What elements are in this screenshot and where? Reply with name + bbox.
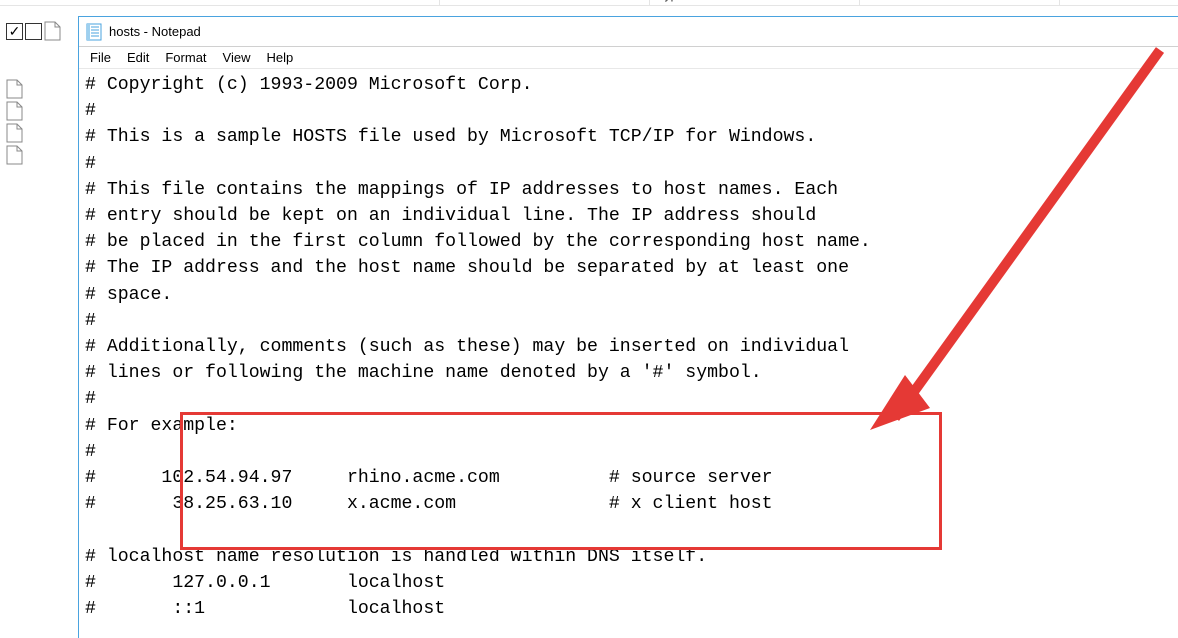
file-icon[interactable]: [6, 79, 23, 99]
titlebar[interactable]: hosts - Notepad: [79, 17, 1178, 47]
menu-format[interactable]: Format: [158, 48, 213, 67]
notepad-window: hosts - Notepad File Edit Format View He…: [78, 16, 1178, 638]
menu-view[interactable]: View: [216, 48, 258, 67]
menu-file[interactable]: File: [83, 48, 118, 67]
menu-edit[interactable]: Edit: [120, 48, 156, 67]
column-type[interactable]: Type: [650, 0, 860, 6]
notepad-icon: [85, 23, 103, 41]
file-icon[interactable]: [6, 145, 23, 165]
explorer-file-list-edge: ✓ ✓: [6, 20, 74, 166]
column-name[interactable]: Name: [0, 0, 440, 6]
checkbox-icon[interactable]: ✓: [25, 23, 42, 40]
explorer-column-headers: Name Date modified Type Size: [0, 0, 1178, 6]
file-icon[interactable]: [44, 21, 61, 41]
file-icon[interactable]: [6, 101, 23, 121]
column-date-modified[interactable]: Date modified: [440, 0, 650, 6]
column-size[interactable]: Size: [860, 0, 1060, 6]
editor-textarea[interactable]: # Copyright (c) 1993-2009 Microsoft Corp…: [79, 70, 1178, 638]
window-title: hosts - Notepad: [109, 24, 201, 39]
checkbox-icon[interactable]: ✓: [6, 23, 23, 40]
menubar: File Edit Format View Help: [79, 47, 1178, 69]
file-icon[interactable]: [6, 123, 23, 143]
menu-help[interactable]: Help: [259, 48, 300, 67]
